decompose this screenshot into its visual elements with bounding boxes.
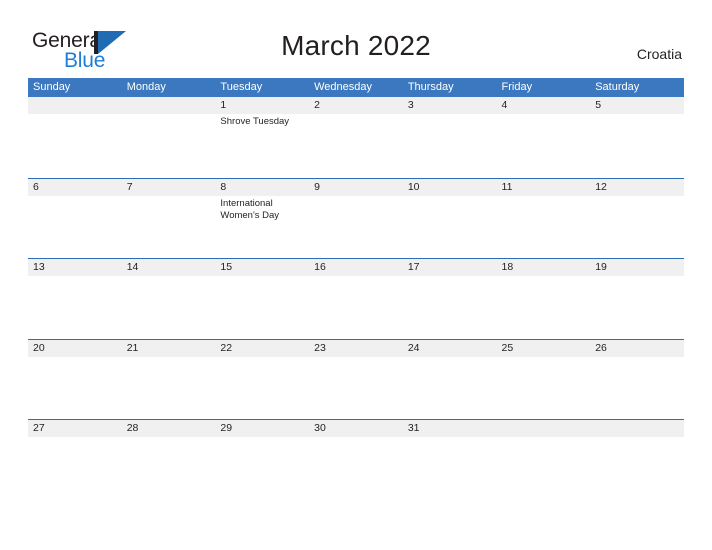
day-cell[interactable]: 15 xyxy=(215,259,309,339)
day-number: 10 xyxy=(407,180,420,193)
day-number xyxy=(127,97,216,114)
day-cell[interactable]: 29 xyxy=(215,420,309,500)
day-number: 26 xyxy=(595,341,607,354)
day-cell[interactable]: 1 Shrove Tuesday xyxy=(215,97,309,178)
day-number: 7 xyxy=(126,180,133,193)
day-number: 14 xyxy=(126,261,139,273)
holiday-event-label: International Women's Day xyxy=(220,197,280,222)
week-days: 1 Shrove Tuesday 2 3 4 5 xyxy=(28,97,684,178)
day-cell[interactable]: 27 xyxy=(28,420,122,500)
day-cell[interactable]: 9 xyxy=(309,179,403,259)
day-number: 20 xyxy=(33,341,45,354)
day-cell[interactable]: 5 xyxy=(590,97,684,178)
calendar-weeks: 1 Shrove Tuesday 2 3 4 5 6 7 8 International Wome… xyxy=(28,97,684,500)
day-cell[interactable]: 2 xyxy=(309,97,403,178)
day-number: 21 xyxy=(126,341,139,354)
day-number: 3 xyxy=(407,99,414,111)
day-number: 2 xyxy=(314,99,320,111)
day-cell[interactable]: 23 xyxy=(309,340,403,420)
weekday-header-row: Sunday Monday Tuesday Wednesday Thursday Frid… xyxy=(28,78,684,97)
day-cell[interactable]: 4 xyxy=(497,97,591,178)
day-cell-empty xyxy=(497,420,591,500)
calendar-week-row: 27 28 29 30 31 xyxy=(28,419,684,500)
day-number: 25 xyxy=(501,341,514,354)
day-events: Shrove Tuesday xyxy=(220,116,309,129)
day-number xyxy=(33,97,122,114)
calendar-page: General Blue March 2022 Croatia Sunday Mo… xyxy=(0,0,712,550)
week-days: 13 14 15 16 17 18 19 xyxy=(28,259,684,339)
day-cell[interactable]: 31 xyxy=(403,420,497,500)
weekday-header-friday: Friday xyxy=(501,81,533,93)
day-number: 9 xyxy=(314,180,320,193)
day-number: 19 xyxy=(595,261,607,273)
day-cell[interactable]: 13 xyxy=(28,259,122,339)
day-number xyxy=(502,420,591,437)
day-number: 12 xyxy=(595,180,607,193)
day-cell[interactable]: 26 xyxy=(590,340,684,420)
region-label: Croatia xyxy=(636,46,682,62)
day-number: 31 xyxy=(407,422,420,434)
day-number: 8 xyxy=(220,180,227,193)
day-cell[interactable]: 10 xyxy=(403,179,497,259)
weekday-header-tuesday: Tuesday xyxy=(220,81,263,93)
calendar-week-row: 20 21 22 23 24 25 26 xyxy=(28,338,684,420)
day-cell[interactable]: 7 xyxy=(122,179,216,259)
day-cell[interactable]: 16 xyxy=(309,259,403,339)
day-cell[interactable]: 30 xyxy=(309,420,403,500)
day-cell[interactable]: 12 xyxy=(590,179,684,259)
weekday-header-saturday: Saturday xyxy=(595,81,640,93)
day-number: 23 xyxy=(314,341,326,354)
day-cell[interactable]: 3 xyxy=(403,97,497,178)
day-number: 27 xyxy=(33,422,45,434)
day-number: 17 xyxy=(407,261,420,273)
day-cell[interactable]: 11 xyxy=(497,179,591,259)
day-number: 1 xyxy=(220,99,227,111)
day-cell[interactable]: 20 xyxy=(28,340,122,420)
weekday-header-thursday: Thursday xyxy=(407,81,454,93)
day-number: 5 xyxy=(595,99,602,111)
week-days: 27 28 29 30 31 xyxy=(28,420,684,500)
day-cell[interactable]: 14 xyxy=(122,259,216,339)
week-days: 20 21 22 23 24 25 26 xyxy=(28,340,684,420)
day-number: 6 xyxy=(33,180,39,193)
day-number: 30 xyxy=(314,422,326,434)
day-number: 18 xyxy=(501,261,514,273)
calendar-grid: Sunday Monday Tuesday Wednesday Thursday Frid… xyxy=(28,78,684,500)
day-cell-empty xyxy=(28,97,122,178)
day-number xyxy=(595,420,684,437)
day-cell[interactable]: 18 xyxy=(497,259,591,339)
week-days: 6 7 8 International Women's Day 9 10 11 12 xyxy=(28,179,684,259)
calendar-week-row: 6 7 8 International Women's Day 9 10 11 12 xyxy=(28,177,684,259)
holiday-event-label: Shrove Tuesday xyxy=(220,116,290,127)
day-cell[interactable]: 28 xyxy=(122,420,216,500)
day-number: 16 xyxy=(314,261,326,273)
weekday-header-monday: Monday xyxy=(126,81,166,93)
day-cell[interactable]: 8 International Women's Day xyxy=(215,179,309,259)
weekday-header-wednesday: Wednesday xyxy=(314,81,372,93)
calendar-week-row: 1 Shrove Tuesday 2 3 4 5 xyxy=(28,97,684,178)
day-number: 28 xyxy=(126,422,139,434)
day-cell[interactable]: 25 xyxy=(497,340,591,420)
day-number: 29 xyxy=(220,422,233,434)
day-cell-empty xyxy=(590,420,684,500)
page-title: March 2022 xyxy=(281,30,431,61)
day-cell[interactable]: 17 xyxy=(403,259,497,339)
day-cell-empty xyxy=(122,97,216,178)
day-cell[interactable]: 21 xyxy=(122,340,216,420)
day-cell[interactable]: 22 xyxy=(215,340,309,420)
weekday-header-sunday: Sunday xyxy=(33,81,71,93)
day-number: 4 xyxy=(501,99,508,111)
day-number: 22 xyxy=(220,341,233,354)
day-cell[interactable]: 24 xyxy=(403,340,497,420)
day-number: 13 xyxy=(33,261,45,273)
day-cell[interactable]: 6 xyxy=(28,179,122,259)
page-header: General Blue March 2022 Croatia xyxy=(0,0,712,76)
day-number: 24 xyxy=(407,341,420,354)
day-number: 11 xyxy=(501,180,513,193)
calendar-week-row: 13 14 15 16 17 18 19 xyxy=(28,258,684,339)
day-number: 15 xyxy=(220,261,233,273)
day-events: International Women's Day xyxy=(220,198,309,223)
day-cell[interactable]: 19 xyxy=(590,259,684,339)
